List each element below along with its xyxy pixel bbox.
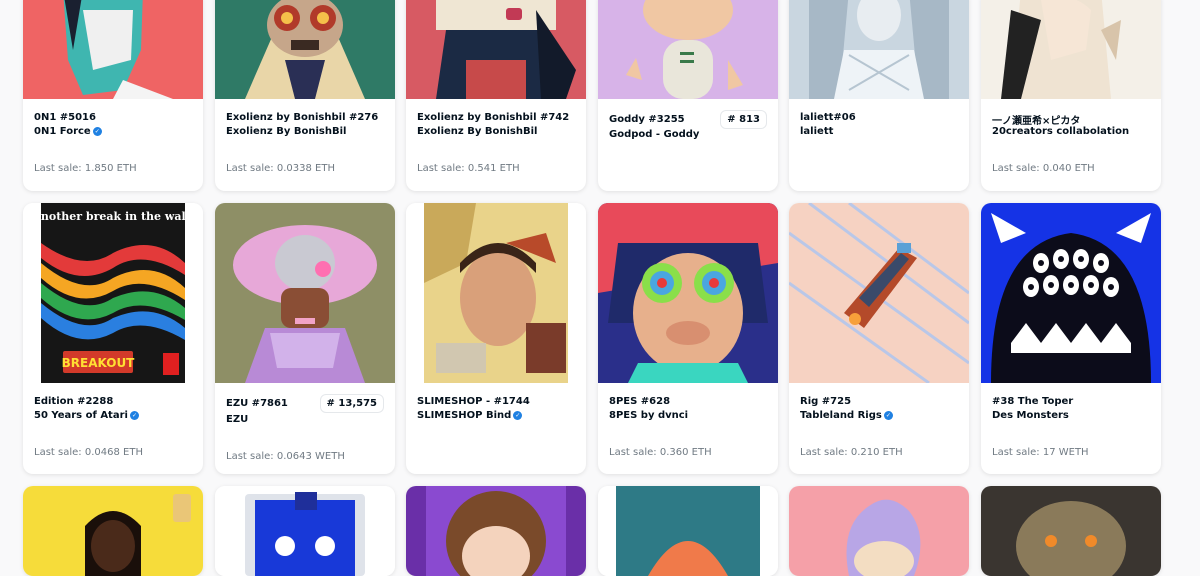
nft-card[interactable]: Another break in the wall. BREAKOUT Edit… xyxy=(23,203,203,474)
nft-grid: 0N1 #5016 0N1 Force ✓ Last sale: 1.850 ET… xyxy=(0,0,1200,576)
last-sale: Last sale: 0.0643 WETH xyxy=(226,451,345,462)
nft-image[interactable] xyxy=(406,0,586,99)
nft-image[interactable] xyxy=(981,203,1161,383)
nft-card[interactable] xyxy=(23,486,203,576)
nft-card[interactable] xyxy=(981,486,1161,576)
nft-title: Exolienz by Bonishbil #742 xyxy=(417,112,570,123)
nft-card[interactable]: 0N1 #5016 0N1 Force ✓ Last sale: 1.850 ET… xyxy=(23,0,203,191)
last-sale: Last sale: 0.0468 ETH xyxy=(34,447,143,458)
nft-title: Edition #2288 xyxy=(34,396,114,407)
nft-card[interactable] xyxy=(406,486,586,576)
nft-card[interactable]: 8PES #628 8PES by dvnci Last sale: 0.360… xyxy=(598,203,778,474)
nft-card[interactable]: EZU #7861 # 13,575 EZU Last sale: 0.0643… xyxy=(215,203,395,474)
last-sale: Last sale: 17 WETH xyxy=(992,447,1089,458)
nft-title: Rig #725 xyxy=(800,396,852,407)
nft-card[interactable] xyxy=(598,486,778,576)
nft-image[interactable] xyxy=(215,203,395,383)
verified-badge-icon: ✓ xyxy=(92,126,102,136)
nft-card[interactable]: Exolienz by Bonishbil #742 Exolienz By B… xyxy=(406,0,586,191)
nft-card[interactable]: Goddy #3255 # 813 Godpod - Goddy xyxy=(598,0,778,191)
nft-title: 0N1 #5016 xyxy=(34,112,96,123)
collection-name[interactable]: SLIMESHOP Bind ✓ xyxy=(417,410,523,421)
nft-card[interactable]: Exolienz by Bonishbil #276 Exolienz By B… xyxy=(215,0,395,191)
collection-name[interactable]: EZU xyxy=(226,414,248,425)
verified-badge-icon: ✓ xyxy=(129,410,139,420)
nft-title: Goddy #3255 xyxy=(609,114,685,125)
nft-image[interactable] xyxy=(406,203,586,383)
nft-title: EZU #7861 xyxy=(226,398,288,409)
last-sale: Last sale: 0.040 ETH xyxy=(992,163,1095,174)
collection-name[interactable]: Godpod - Goddy xyxy=(609,129,699,140)
nft-image[interactable] xyxy=(406,486,586,576)
collection-name[interactable]: 20creators collabolation xyxy=(992,126,1129,137)
nft-card[interactable]: SLIMESHOP - #1744 SLIMESHOP Bind ✓ xyxy=(406,203,586,474)
nft-card[interactable]: #38 The Toper Des Monsters Last sale: 17… xyxy=(981,203,1161,474)
nft-title: 8PES #628 xyxy=(609,396,671,407)
nft-title: laliett#06 xyxy=(800,112,856,123)
collection-name[interactable]: 8PES by dvnci xyxy=(609,410,688,421)
nft-image[interactable] xyxy=(215,486,395,576)
verified-badge-icon: ✓ xyxy=(513,410,523,420)
last-sale: Last sale: 1.850 ETH xyxy=(34,163,137,174)
nft-image[interactable] xyxy=(23,486,203,576)
nft-image[interactable] xyxy=(789,203,969,383)
nft-card[interactable]: Rig #725 Tableland Rigs ✓ Last sale: 0.21… xyxy=(789,203,969,474)
nft-image[interactable] xyxy=(23,0,203,99)
collection-name[interactable]: laliett xyxy=(800,126,833,137)
nft-card[interactable] xyxy=(215,486,395,576)
nft-image[interactable] xyxy=(598,0,778,99)
artwork-logo-text: BREAKOUT xyxy=(62,356,136,370)
rarity-rank-badge[interactable]: # 813 xyxy=(720,110,767,129)
nft-card[interactable] xyxy=(789,486,969,576)
last-sale: Last sale: 0.0338 ETH xyxy=(226,163,335,174)
collection-name[interactable]: Des Monsters xyxy=(992,410,1069,421)
nft-card[interactable]: laliett#06 laliett xyxy=(789,0,969,191)
collection-name[interactable]: Exolienz By BonishBil xyxy=(417,126,537,137)
nft-title: SLIMESHOP - #1744 xyxy=(417,396,530,407)
verified-badge-icon: ✓ xyxy=(883,410,893,420)
nft-image[interactable] xyxy=(981,486,1161,576)
nft-card[interactable]: 一ノ瀬亜希×ピカタ 20creators collabolation Last … xyxy=(981,0,1161,191)
nft-title: 一ノ瀬亜希×ピカタ xyxy=(992,116,1081,127)
nft-title: Exolienz by Bonishbil #276 xyxy=(226,112,379,123)
last-sale: Last sale: 0.210 ETH xyxy=(800,447,903,458)
collection-name[interactable]: 50 Years of Atari ✓ xyxy=(34,410,139,421)
nft-image[interactable] xyxy=(789,486,969,576)
nft-image[interactable]: Another break in the wall. BREAKOUT xyxy=(23,203,203,383)
last-sale: Last sale: 0.360 ETH xyxy=(609,447,712,458)
nft-title: #38 The Toper xyxy=(992,396,1074,407)
artwork-caption: Another break in the wall. xyxy=(31,210,193,223)
collection-name[interactable]: 0N1 Force ✓ xyxy=(34,126,102,137)
collection-name[interactable]: Tableland Rigs ✓ xyxy=(800,410,893,421)
nft-image[interactable] xyxy=(981,0,1161,99)
last-sale: Last sale: 0.541 ETH xyxy=(417,163,520,174)
nft-image[interactable] xyxy=(598,203,778,383)
nft-image[interactable] xyxy=(789,0,969,99)
nft-image[interactable] xyxy=(215,0,395,99)
collection-name[interactable]: Exolienz By BonishBil xyxy=(226,126,346,137)
nft-image[interactable] xyxy=(598,486,778,576)
rarity-rank-badge[interactable]: # 13,575 xyxy=(319,394,384,413)
